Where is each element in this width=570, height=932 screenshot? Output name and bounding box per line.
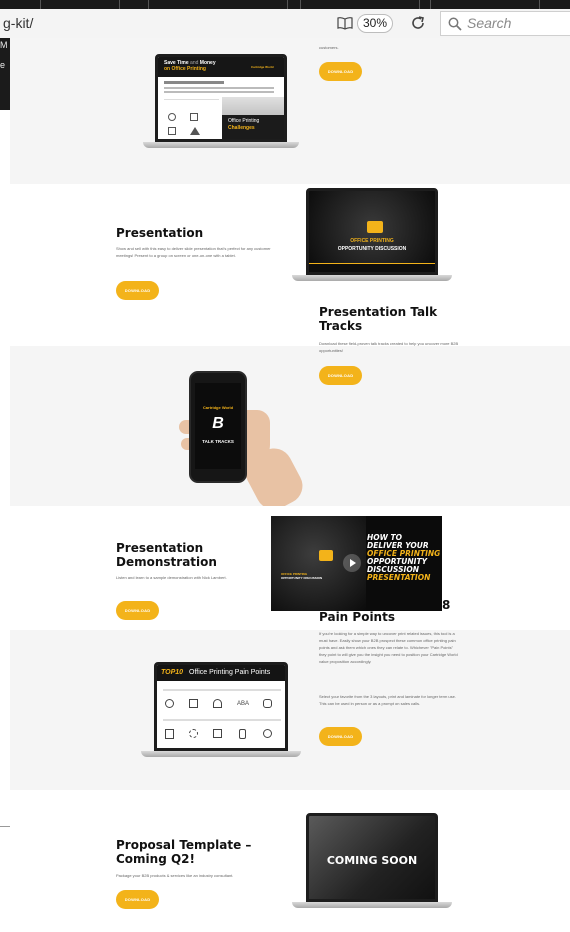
laptop-mockup: TOP10 Office Printing Pain Points ABA — [141, 662, 301, 758]
video-player[interactable]: OFFICE PRINTING OPPORTUNITY DISCUSSION H… — [271, 516, 442, 611]
address-bar-text[interactable]: g-kit/ — [3, 15, 33, 31]
download-button[interactable]: DOWNLOAD — [319, 62, 362, 81]
section-body: Download these field-proven talk tracks … — [319, 341, 459, 353]
reader-view-icon[interactable] — [337, 16, 353, 30]
screen-headline-line2: on Office Printing — [164, 66, 206, 72]
coming-soon-label: COMING SOON — [326, 854, 418, 867]
section-presentation — [10, 184, 570, 346]
screen-subtitle: OPPORTUNITY DISCUSSION — [337, 246, 407, 252]
section-proposal — [10, 790, 570, 932]
section-title: Presentation Talk Tracks — [319, 305, 438, 333]
screen-title: OFFICE PRINTING — [350, 238, 394, 244]
overlay-text: e — [0, 60, 6, 70]
search-icon — [448, 17, 462, 31]
phone-brand: Cartridge World — [202, 405, 234, 410]
section-body: If you're looking for a simple way to un… — [319, 631, 458, 664]
search-placeholder: Search — [467, 15, 512, 31]
zoom-level-badge[interactable]: 30% — [357, 14, 393, 33]
browser-toolbar: g-kit/ 30% Search — [0, 9, 570, 39]
background-window-fragment: M e — [0, 38, 10, 110]
browser-tab[interactable] — [430, 0, 540, 9]
download-button[interactable]: DOWNLOAD — [116, 601, 159, 620]
download-button[interactable]: DOWNLOAD — [116, 890, 159, 909]
phone-label: TALK TRACKS — [202, 439, 234, 444]
browser-tab[interactable] — [148, 0, 288, 9]
laptop-mockup: COMING SOON — [292, 813, 452, 909]
download-button[interactable]: DOWNLOAD — [319, 727, 362, 746]
video-small-subtitle: OPPORTUNITY DISCUSSION — [281, 576, 323, 580]
section-title: Presentation Demonstration — [116, 541, 217, 569]
download-button[interactable]: DOWNLOAD — [116, 281, 159, 300]
section-title: Presentation — [116, 226, 204, 240]
reload-icon[interactable] — [410, 15, 426, 31]
section-body: Package your B2B products & services lik… — [116, 873, 234, 878]
section-body: Select your favorite from the 3 layouts,… — [319, 694, 456, 706]
laptop-mockup: Save Time and Money on Office Printing C… — [143, 54, 299, 150]
section-title: Proposal Template – Coming Q2! — [116, 838, 252, 866]
laptop-mockup: OFFICE PRINTING OPPORTUNITY DISCUSSION — [292, 188, 452, 282]
section-body: Show and sell with this easy to deliver … — [116, 246, 271, 258]
icon-grid: ABA — [163, 687, 281, 747]
section-body-tail: customers. — [319, 45, 339, 50]
section-title: Pain Points — [319, 610, 395, 624]
phone-mockup: Cartridge World B TALK TRACKS — [189, 371, 247, 483]
screen-subtitle-accent: Challenges — [228, 125, 255, 131]
play-icon[interactable] — [343, 554, 361, 572]
section-body: Listen and learn to a sample demonstrati… — [116, 575, 227, 580]
video-title-line: PRESENTATION — [367, 573, 431, 582]
browser-tab[interactable] — [40, 0, 120, 9]
divider — [0, 826, 10, 827]
browser-tab[interactable] — [300, 0, 420, 9]
screen-subtitle: Office Printing — [228, 118, 260, 124]
screen-title: Office Printing Pain Points — [189, 669, 271, 676]
screen-brand: Cartridge World — [251, 65, 274, 69]
overlay-text: M — [0, 40, 8, 50]
download-button[interactable]: DOWNLOAD — [319, 366, 362, 385]
browser-tab-strip — [0, 0, 570, 9]
section-title-fragment: 8 — [442, 598, 451, 612]
screen-top-label: TOP10 — [161, 669, 184, 676]
